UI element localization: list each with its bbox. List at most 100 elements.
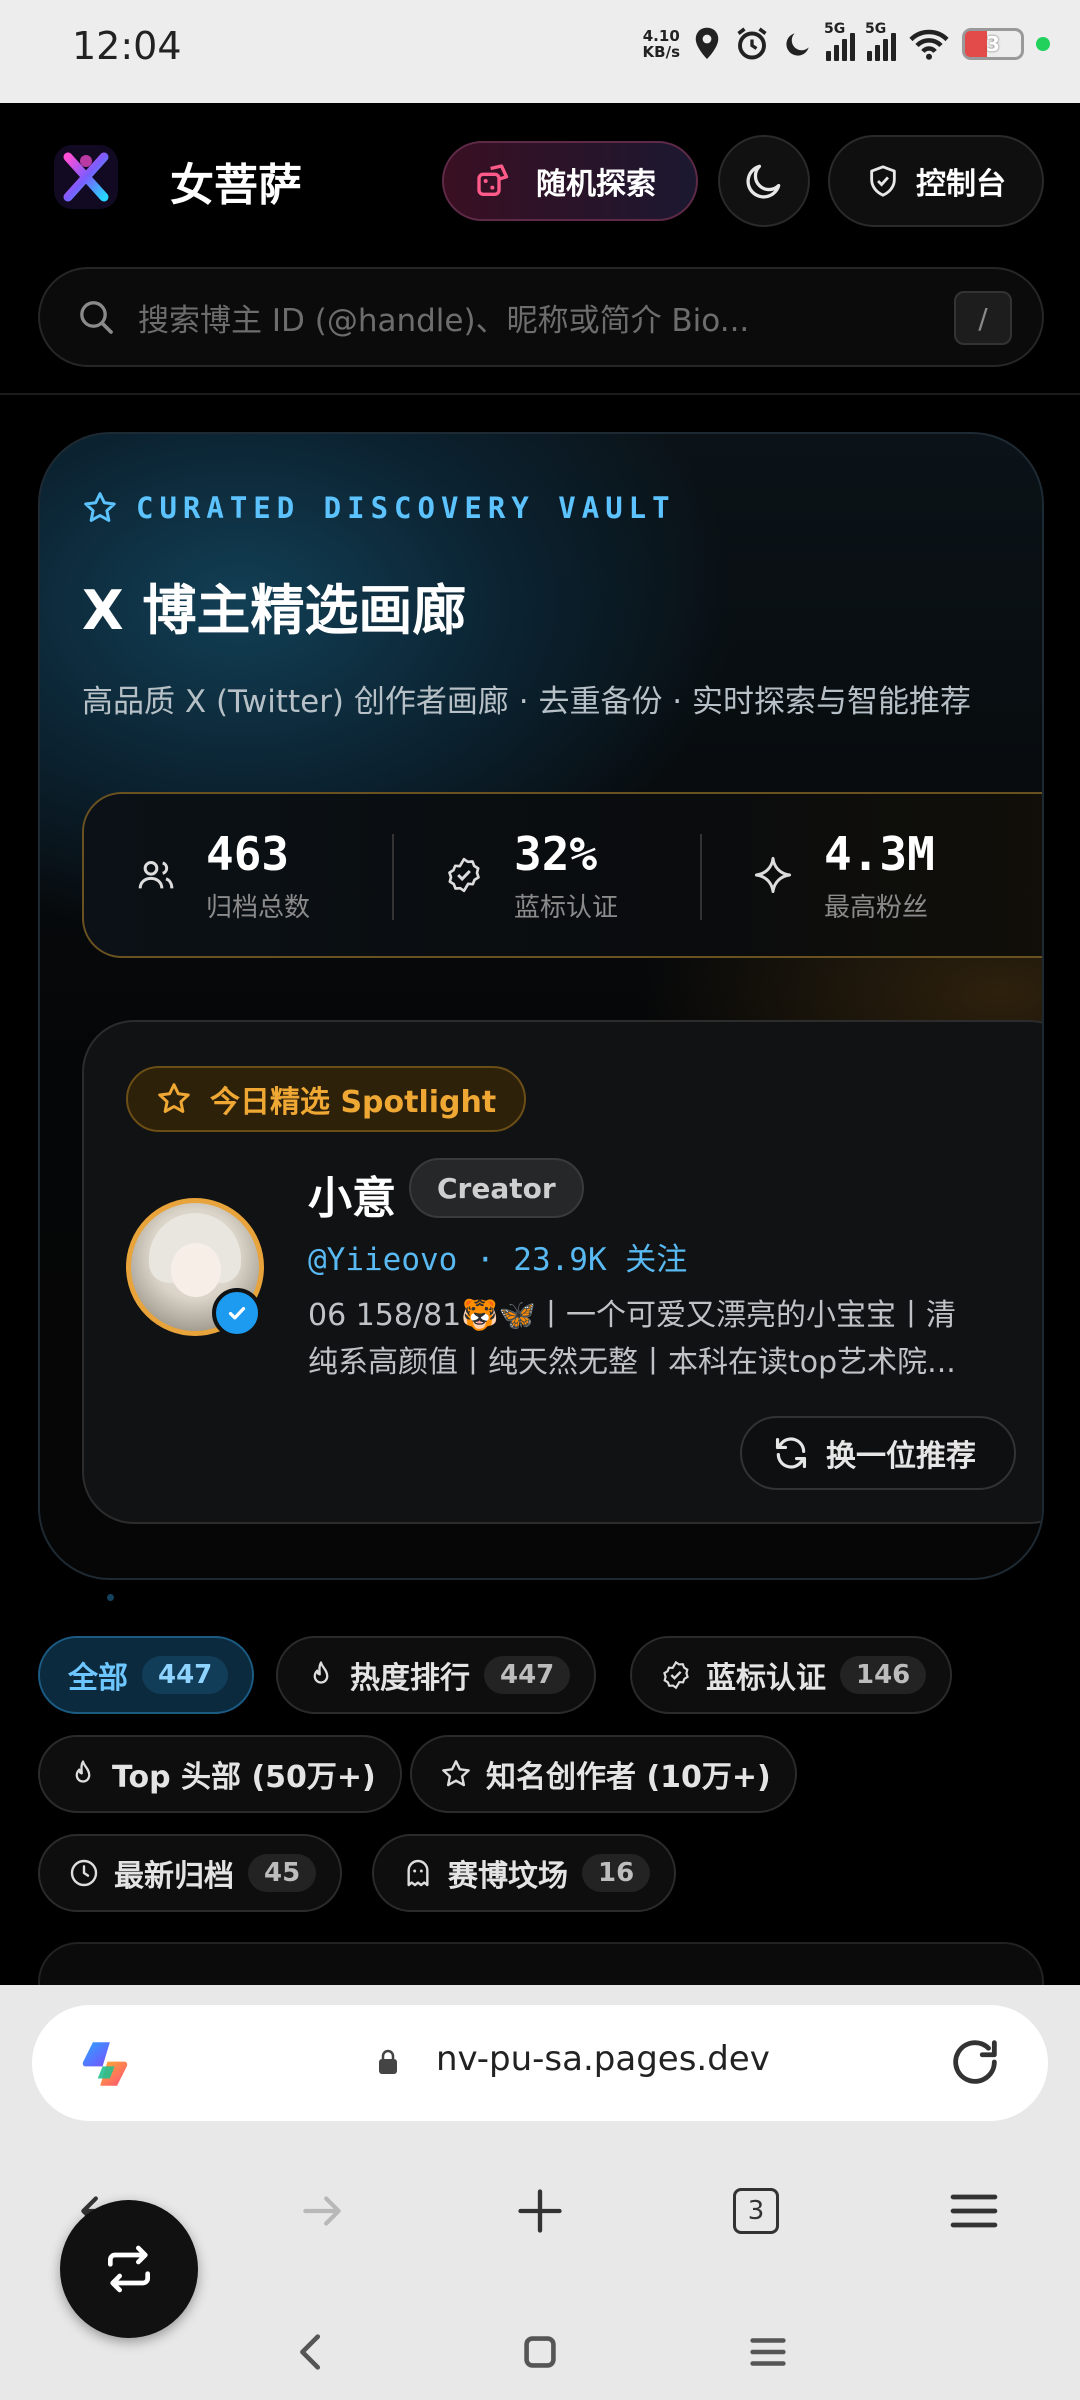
spotlight-card[interactable]: 今日精选 Spotlight 小意 Creator @Yiieovo · 23.…: [82, 1020, 1042, 1524]
random-explore-label: 随机探索: [536, 167, 656, 202]
battery-level: 3: [986, 32, 1000, 56]
arrow-right-icon: [303, 2196, 341, 2226]
dice-icon: [477, 164, 509, 196]
spotlight-name[interactable]: 小意: [308, 1162, 396, 1226]
battery-icon: 3: [962, 28, 1024, 60]
filter-famous[interactable]: 知名创作者 (10万+): [410, 1735, 797, 1813]
location-icon: [695, 27, 719, 59]
filter-top[interactable]: Top 头部 (50万+): [38, 1735, 402, 1813]
menu-button[interactable]: [934, 2171, 1014, 2251]
alarm-icon: [737, 27, 767, 60]
recents-icon: [750, 2338, 786, 2366]
swap-recommendation-label: 换一位推荐: [826, 1439, 976, 1474]
stat-total: 463 归档总数: [84, 794, 392, 956]
verified-badge-icon: [212, 1288, 262, 1338]
badge-check-icon: [663, 1660, 689, 1690]
forward-button[interactable]: [282, 2171, 362, 2251]
net-speed: 4.10 KB/s: [643, 28, 680, 60]
hero-eyebrow: CURATED DISCOVERY VAULT: [82, 490, 676, 526]
reload-icon[interactable]: [946, 2033, 1004, 2091]
filter-latest-count: 45: [248, 1854, 317, 1892]
search-icon: [80, 301, 113, 334]
net-speed-unit: KB/s: [642, 43, 680, 61]
console-button[interactable]: 控制台: [828, 135, 1044, 227]
hero-card: CURATED DISCOVERY VAULT X 博主精选画廊 高品质 X (…: [38, 432, 1044, 1580]
filter-famous-label: 知名创作者 (10万+): [486, 1760, 771, 1795]
stat-verified-value: 32%: [514, 826, 598, 881]
new-tab-button[interactable]: [500, 2171, 580, 2251]
filter-graveyard-count: 16: [582, 1854, 651, 1892]
star-icon: [84, 492, 116, 522]
search-placeholder: 搜索博主 ID (@handle)、昵称或简介 Bio...: [138, 302, 750, 339]
chevron-left-icon: [300, 2334, 321, 2370]
swap-recommendation-button[interactable]: 换一位推荐: [740, 1416, 1016, 1490]
system-recents-button[interactable]: [728, 2312, 808, 2392]
stat-top-followers-value: 4.3M: [824, 826, 935, 881]
plus-icon: [518, 2189, 562, 2233]
filter-graveyard[interactable]: 赛博坟场 16: [372, 1834, 677, 1912]
net-speed-value: 4.10: [642, 27, 680, 45]
signal-2-icon: 5G: [865, 21, 896, 61]
system-nav-bar: [0, 2300, 1080, 2400]
creator-tag: Creator: [409, 1158, 584, 1218]
site-header: 女菩萨 随机探索 控制台 搜索博主 ID (@handle)、昵称或简介 Bio…: [0, 103, 1080, 395]
filter-top-label: Top 头部 (50万+): [112, 1760, 376, 1795]
clock-icon: [70, 1859, 98, 1887]
ghost-icon: [407, 1859, 429, 1887]
badge-check-icon: [448, 857, 480, 893]
filter-graveyard-label: 赛博坟场: [448, 1859, 568, 1894]
repeat-icon: [108, 2245, 151, 2293]
privacy-indicator: [1036, 37, 1050, 51]
system-back-button[interactable]: [272, 2312, 352, 2392]
console-label: 控制台: [916, 167, 1006, 202]
hamburger-icon: [950, 2194, 998, 2228]
stats-panel: 463 归档总数 32% 蓝标认证 4.3M 最高粉丝: [82, 792, 1042, 958]
spotlight-bio: 06 158/81🐯🦋丨一个可爱又漂亮的小宝宝丨清 纯系高颜值丨纯天然无整丨本科…: [308, 1292, 1008, 1386]
status-icons: 4.10 KB/s 5G 5G 3: [643, 21, 1050, 62]
filter-hot-label: 热度排行: [350, 1661, 470, 1696]
hero-title: X 博主精选画廊: [82, 579, 467, 642]
filter-verified-label: 蓝标认证: [706, 1661, 826, 1696]
logo-icon[interactable]: [50, 141, 122, 213]
sim1-label: 5G: [824, 21, 846, 37]
signal-1-icon: 5G: [824, 21, 855, 61]
search-shortcut-key: /: [954, 291, 1012, 345]
search-input[interactable]: 搜索博主 ID (@handle)、昵称或简介 Bio... /: [38, 267, 1044, 367]
copilot-icon[interactable]: [76, 2035, 134, 2093]
filter-verified[interactable]: 蓝标认证 146: [630, 1636, 953, 1714]
filter-all[interactable]: 全部 447: [38, 1636, 255, 1714]
stat-total-value: 463: [206, 826, 290, 881]
tab-count: 3: [733, 2188, 779, 2234]
stat-verified: 32% 蓝标认证: [392, 794, 700, 956]
stat-top-followers: 4.3M 最高粉丝: [700, 794, 1008, 956]
hero-eyebrow-text: CURATED DISCOVERY VAULT: [136, 491, 676, 525]
address-bar[interactable]: nv-pu-sa.pages.dev: [32, 2005, 1048, 2121]
status-bar: 12:04 4.10 KB/s 5G 5G 3: [0, 0, 1080, 103]
theme-toggle-button[interactable]: [718, 135, 810, 227]
stat-verified-label: 蓝标认证: [514, 892, 619, 923]
moon-icon: [746, 164, 781, 199]
filter-all-label: 全部: [68, 1661, 128, 1696]
random-explore-button[interactable]: 随机探索: [442, 141, 698, 221]
filter-verified-count: 146: [840, 1656, 927, 1694]
wifi-icon: [909, 29, 949, 60]
sim2-label: 5G: [865, 21, 887, 37]
app-name: 女菩萨: [170, 160, 302, 211]
status-time: 12:04: [72, 24, 182, 68]
decor-dot: [107, 1594, 114, 1601]
flame-icon: [75, 1760, 91, 1783]
star-icon: [442, 1760, 470, 1787]
spotlight-handle[interactable]: @Yiieovo · 23.9K 关注: [308, 1234, 687, 1279]
lock-icon: [379, 2049, 397, 2074]
url-text[interactable]: nv-pu-sa.pages.dev: [436, 2039, 770, 2079]
filter-latest[interactable]: 最新归档 45: [38, 1834, 343, 1912]
star-icon: [158, 1083, 190, 1113]
bio-line-1: 06 158/81🐯🦋丨一个可爱又漂亮的小宝宝丨清: [308, 1298, 956, 1333]
refresh-icon: [775, 1437, 807, 1469]
filter-hot[interactable]: 热度排行 447: [276, 1636, 597, 1714]
tabs-button[interactable]: 3: [716, 2171, 796, 2251]
hero-subtitle: 高品质 X (Twitter) 创作者画廊 · 去重备份 · 实时探索与智能推荐: [82, 684, 972, 720]
shield-check-icon: [870, 165, 896, 197]
filter-hot-count: 447: [484, 1656, 571, 1694]
system-home-button[interactable]: [500, 2312, 580, 2392]
